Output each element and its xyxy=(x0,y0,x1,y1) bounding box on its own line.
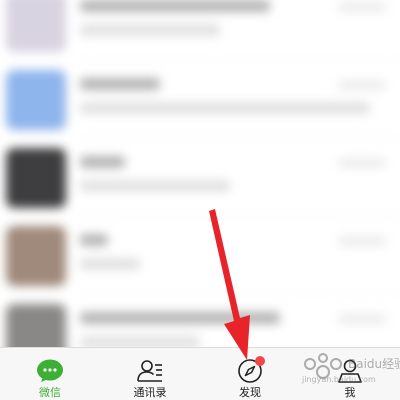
chat-bubble-icon xyxy=(35,359,65,383)
chat-preview xyxy=(80,24,220,36)
chat-avatar xyxy=(6,0,66,52)
tab-label: 我 xyxy=(344,386,356,399)
notification-badge xyxy=(255,356,265,366)
chat-time xyxy=(338,314,386,324)
chat-time xyxy=(338,158,386,168)
tab-label: 发现 xyxy=(239,386,261,399)
tab-contacts[interactable]: 通讯录 xyxy=(100,348,200,400)
tab-discover[interactable]: 发现 xyxy=(200,348,300,400)
chat-time xyxy=(338,236,386,246)
chat-time xyxy=(338,2,386,12)
chat-time xyxy=(338,80,386,90)
chat-preview xyxy=(80,258,140,270)
chat-row[interactable] xyxy=(0,216,400,294)
chat-row[interactable] xyxy=(0,60,400,138)
chat-name xyxy=(80,0,270,12)
tab-chats[interactable]: 微信 xyxy=(0,348,100,400)
compass-icon xyxy=(235,356,265,383)
chat-row[interactable] xyxy=(0,0,400,60)
contacts-icon xyxy=(135,359,165,383)
wechat-screen: 微信 通讯录 发现 我 Baidu经 jingyan.baidu.com xyxy=(0,0,400,400)
chat-name xyxy=(80,156,125,168)
bottom-tab-bar: 微信 通讯录 发现 我 xyxy=(0,347,400,400)
chat-list xyxy=(0,0,400,364)
chat-preview xyxy=(80,102,370,114)
chat-avatar xyxy=(6,226,66,286)
tab-label: 微信 xyxy=(39,386,61,399)
chat-avatar xyxy=(6,70,66,130)
tab-label: 通讯录 xyxy=(133,386,167,399)
chat-name xyxy=(80,234,108,246)
chat-preview xyxy=(80,180,230,192)
chat-avatar xyxy=(6,148,66,208)
tab-me[interactable]: 我 xyxy=(300,348,400,400)
chat-name xyxy=(80,78,160,90)
watermark-url: jingyan.baidu.com xyxy=(302,375,376,384)
chat-name xyxy=(80,312,280,324)
chat-row[interactable] xyxy=(0,138,400,216)
